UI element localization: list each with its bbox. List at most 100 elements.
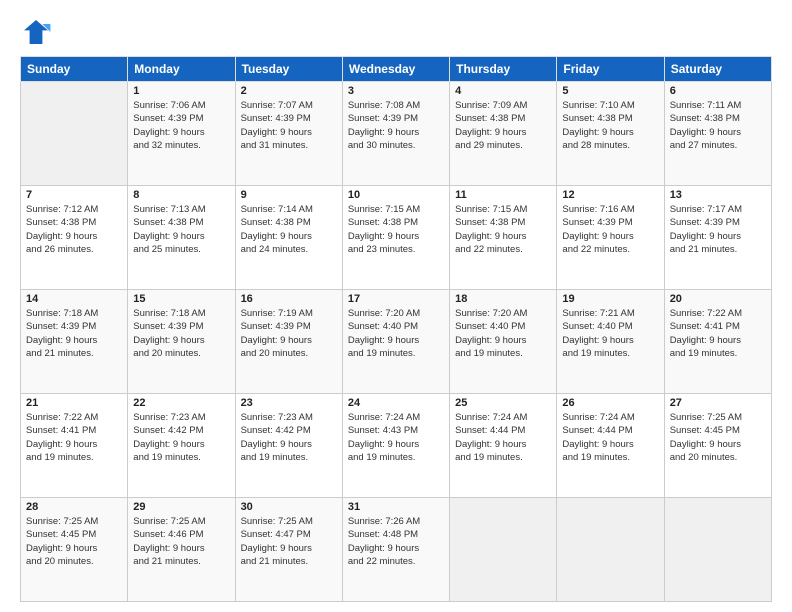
calendar-cell: 2 Sunrise: 7:07 AMSunset: 4:39 PMDaylight… xyxy=(235,82,342,186)
day-number: 20 xyxy=(670,293,766,305)
day-number: 17 xyxy=(348,293,444,305)
day-info: Sunrise: 7:12 AMSunset: 4:38 PMDaylight:… xyxy=(26,203,122,256)
calendar-cell: 30 Sunrise: 7:25 AMSunset: 4:47 PMDayligh… xyxy=(235,498,342,602)
calendar-cell: 9Sunrise: 7:14 AMSunset: 4:38 PMDaylight… xyxy=(235,186,342,290)
calendar-week-3: 14 Sunrise: 7:18 AMSunset: 4:39 PMDayligh… xyxy=(21,290,772,394)
day-number: 7 xyxy=(26,189,122,201)
day-number: 26 xyxy=(562,397,658,409)
day-number: 15 xyxy=(133,293,229,305)
day-info: Sunrise: 7:19 AMSunset: 4:39 PMDaylight:… xyxy=(241,307,337,360)
day-number: 22 xyxy=(133,397,229,409)
day-number: 25 xyxy=(455,397,551,409)
logo-icon xyxy=(20,16,52,48)
day-number: 1 xyxy=(133,85,229,97)
calendar-body: 1 Sunrise: 7:06 AMSunset: 4:39 PMDaylight… xyxy=(21,82,772,602)
day-number: 21 xyxy=(26,397,122,409)
day-info: Sunrise: 7:24 AMSunset: 4:43 PMDaylight:… xyxy=(348,411,444,464)
calendar-cell: 15 Sunrise: 7:18 AMSunset: 4:39 PMDayligh… xyxy=(128,290,235,394)
column-header-monday: Monday xyxy=(128,57,235,82)
day-number: 18 xyxy=(455,293,551,305)
day-info: Sunrise: 7:25 AMSunset: 4:45 PMDaylight:… xyxy=(670,411,766,464)
day-number: 10 xyxy=(348,189,444,201)
day-number: 4 xyxy=(455,85,551,97)
day-info: Sunrise: 7:15 AMSunset: 4:38 PMDaylight:… xyxy=(455,203,551,256)
day-info: Sunrise: 7:16 AMSunset: 4:39 PMDaylight:… xyxy=(562,203,658,256)
calendar-cell: 22 Sunrise: 7:23 AMSunset: 4:42 PMDayligh… xyxy=(128,394,235,498)
column-header-thursday: Thursday xyxy=(450,57,557,82)
calendar-cell: 1 Sunrise: 7:06 AMSunset: 4:39 PMDaylight… xyxy=(128,82,235,186)
day-number: 13 xyxy=(670,189,766,201)
calendar-cell: 26 Sunrise: 7:24 AMSunset: 4:44 PMDayligh… xyxy=(557,394,664,498)
day-number: 24 xyxy=(348,397,444,409)
day-info: Sunrise: 7:10 AMSunset: 4:38 PMDaylight:… xyxy=(562,99,658,152)
day-info: Sunrise: 7:26 AMSunset: 4:48 PMDaylight:… xyxy=(348,515,444,568)
calendar-cell: 10 Sunrise: 7:15 AMSunset: 4:38 PMDayligh… xyxy=(342,186,449,290)
day-info: Sunrise: 7:15 AMSunset: 4:38 PMDaylight:… xyxy=(348,203,444,256)
calendar-cell: 5 Sunrise: 7:10 AMSunset: 4:38 PMDaylight… xyxy=(557,82,664,186)
calendar-week-1: 1 Sunrise: 7:06 AMSunset: 4:39 PMDaylight… xyxy=(21,82,772,186)
calendar-week-4: 21 Sunrise: 7:22 AMSunset: 4:41 PMDayligh… xyxy=(21,394,772,498)
day-info: Sunrise: 7:20 AMSunset: 4:40 PMDaylight:… xyxy=(348,307,444,360)
calendar-cell xyxy=(21,82,128,186)
calendar-cell: 18 Sunrise: 7:20 AMSunset: 4:40 PMDayligh… xyxy=(450,290,557,394)
day-number: 16 xyxy=(241,293,337,305)
calendar-cell: 31 Sunrise: 7:26 AMSunset: 4:48 PMDayligh… xyxy=(342,498,449,602)
calendar-cell: 11 Sunrise: 7:15 AMSunset: 4:38 PMDayligh… xyxy=(450,186,557,290)
day-info: Sunrise: 7:08 AMSunset: 4:39 PMDaylight:… xyxy=(348,99,444,152)
day-info: Sunrise: 7:25 AMSunset: 4:47 PMDaylight:… xyxy=(241,515,337,568)
day-number: 31 xyxy=(348,501,444,513)
day-info: Sunrise: 7:17 AMSunset: 4:39 PMDaylight:… xyxy=(670,203,766,256)
day-number: 30 xyxy=(241,501,337,513)
day-number: 29 xyxy=(133,501,229,513)
day-number: 9 xyxy=(241,189,337,201)
calendar-header-row: SundayMondayTuesdayWednesdayThursdayFrid… xyxy=(21,57,772,82)
calendar-cell: 14 Sunrise: 7:18 AMSunset: 4:39 PMDayligh… xyxy=(21,290,128,394)
day-number: 6 xyxy=(670,85,766,97)
column-header-saturday: Saturday xyxy=(664,57,771,82)
day-number: 8 xyxy=(133,189,229,201)
day-info: Sunrise: 7:25 AMSunset: 4:45 PMDaylight:… xyxy=(26,515,122,568)
column-header-sunday: Sunday xyxy=(21,57,128,82)
day-info: Sunrise: 7:09 AMSunset: 4:38 PMDaylight:… xyxy=(455,99,551,152)
calendar-cell: 3Sunrise: 7:08 AMSunset: 4:39 PMDaylight… xyxy=(342,82,449,186)
day-number: 14 xyxy=(26,293,122,305)
column-header-tuesday: Tuesday xyxy=(235,57,342,82)
page: SundayMondayTuesdayWednesdayThursdayFrid… xyxy=(0,0,792,612)
day-number: 19 xyxy=(562,293,658,305)
day-info: Sunrise: 7:06 AMSunset: 4:39 PMDaylight:… xyxy=(133,99,229,152)
day-number: 11 xyxy=(455,189,551,201)
day-number: 2 xyxy=(241,85,337,97)
day-info: Sunrise: 7:18 AMSunset: 4:39 PMDaylight:… xyxy=(133,307,229,360)
day-info: Sunrise: 7:21 AMSunset: 4:40 PMDaylight:… xyxy=(562,307,658,360)
calendar-cell: 17 Sunrise: 7:20 AMSunset: 4:40 PMDayligh… xyxy=(342,290,449,394)
day-number: 12 xyxy=(562,189,658,201)
calendar-cell: 4 Sunrise: 7:09 AMSunset: 4:38 PMDaylight… xyxy=(450,82,557,186)
logo xyxy=(20,16,56,48)
calendar-cell: 24 Sunrise: 7:24 AMSunset: 4:43 PMDayligh… xyxy=(342,394,449,498)
day-info: Sunrise: 7:23 AMSunset: 4:42 PMDaylight:… xyxy=(241,411,337,464)
header xyxy=(20,16,772,48)
calendar-cell: 20 Sunrise: 7:22 AMSunset: 4:41 PMDayligh… xyxy=(664,290,771,394)
calendar-cell: 6 Sunrise: 7:11 AMSunset: 4:38 PMDaylight… xyxy=(664,82,771,186)
day-info: Sunrise: 7:20 AMSunset: 4:40 PMDaylight:… xyxy=(455,307,551,360)
calendar-cell: 29Sunrise: 7:25 AMSunset: 4:46 PMDayligh… xyxy=(128,498,235,602)
day-number: 5 xyxy=(562,85,658,97)
day-info: Sunrise: 7:18 AMSunset: 4:39 PMDaylight:… xyxy=(26,307,122,360)
calendar-header: SundayMondayTuesdayWednesdayThursdayFrid… xyxy=(21,57,772,82)
calendar-cell xyxy=(450,498,557,602)
day-info: Sunrise: 7:13 AMSunset: 4:38 PMDaylight:… xyxy=(133,203,229,256)
calendar-cell: 27 Sunrise: 7:25 AMSunset: 4:45 PMDayligh… xyxy=(664,394,771,498)
day-number: 27 xyxy=(670,397,766,409)
calendar-cell: 25 Sunrise: 7:24 AMSunset: 4:44 PMDayligh… xyxy=(450,394,557,498)
day-info: Sunrise: 7:23 AMSunset: 4:42 PMDaylight:… xyxy=(133,411,229,464)
day-info: Sunrise: 7:07 AMSunset: 4:39 PMDaylight:… xyxy=(241,99,337,152)
calendar-cell: 23Sunrise: 7:23 AMSunset: 4:42 PMDayligh… xyxy=(235,394,342,498)
day-info: Sunrise: 7:11 AMSunset: 4:38 PMDaylight:… xyxy=(670,99,766,152)
calendar-cell: 7 Sunrise: 7:12 AMSunset: 4:38 PMDaylight… xyxy=(21,186,128,290)
day-info: Sunrise: 7:24 AMSunset: 4:44 PMDaylight:… xyxy=(455,411,551,464)
day-info: Sunrise: 7:22 AMSunset: 4:41 PMDaylight:… xyxy=(26,411,122,464)
day-info: Sunrise: 7:24 AMSunset: 4:44 PMDaylight:… xyxy=(562,411,658,464)
calendar-cell xyxy=(557,498,664,602)
day-info: Sunrise: 7:22 AMSunset: 4:41 PMDaylight:… xyxy=(670,307,766,360)
calendar-cell: 12 Sunrise: 7:16 AMSunset: 4:39 PMDayligh… xyxy=(557,186,664,290)
